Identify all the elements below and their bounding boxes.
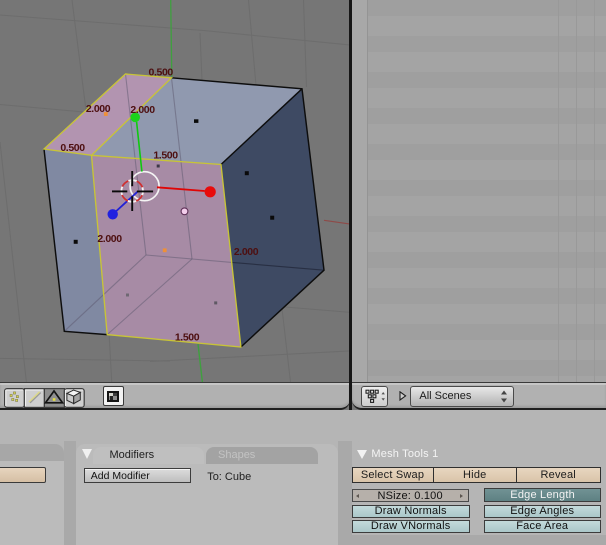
svg-text:1.500: 1.500 xyxy=(175,332,200,344)
svg-text:0.500: 0.500 xyxy=(60,142,85,154)
svg-text:1.500: 1.500 xyxy=(153,150,178,162)
svg-text:2.000: 2.000 xyxy=(97,233,122,245)
svg-text:2.000: 2.000 xyxy=(130,104,155,116)
svg-text:2.000: 2.000 xyxy=(86,103,111,115)
svg-text:2.000: 2.000 xyxy=(234,246,259,258)
svg-text:0.500: 0.500 xyxy=(149,67,174,79)
